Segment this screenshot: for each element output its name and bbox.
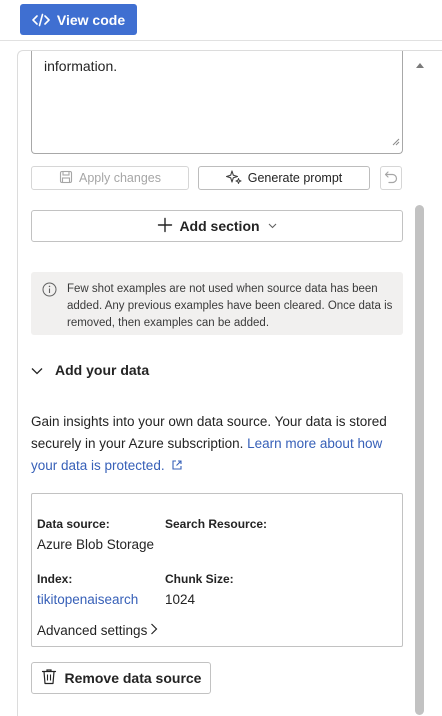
- save-icon: [59, 170, 73, 187]
- index-link[interactable]: tikitopenaisearch: [37, 592, 138, 607]
- add-your-data-toggle[interactable]: Add your data: [31, 360, 149, 380]
- generate-prompt-button[interactable]: Generate prompt: [198, 166, 370, 190]
- add-your-data-heading: Add your data: [55, 362, 150, 378]
- generate-prompt-label: Generate prompt: [247, 171, 343, 185]
- chevron-down-icon: [31, 362, 43, 378]
- view-code-button[interactable]: View code: [20, 4, 137, 35]
- search-resource-label: Search Resource:: [165, 517, 268, 531]
- undo-button[interactable]: [380, 166, 402, 190]
- chevron-right-icon: [150, 623, 158, 638]
- trash-icon: [41, 668, 57, 688]
- chunk-size-value: 1024: [165, 592, 196, 607]
- index-label: Index:: [37, 572, 73, 586]
- data-source-value: Azure Blob Storage: [37, 537, 155, 552]
- apply-changes-button[interactable]: Apply changes: [31, 166, 189, 190]
- sparkle-icon: [225, 169, 242, 187]
- external-link-icon: [168, 458, 183, 473]
- chevron-down-icon: [268, 220, 277, 232]
- system-message-textarea[interactable]: information.: [31, 51, 403, 154]
- remove-data-source-label: Remove data source: [64, 670, 202, 686]
- advanced-settings-toggle[interactable]: Advanced settings: [37, 623, 158, 638]
- data-source-label: Data source:: [37, 517, 110, 531]
- top-toolbar: View code: [0, 0, 442, 41]
- add-section-button[interactable]: Add section: [31, 210, 403, 242]
- chunk-size-label: Chunk Size:: [165, 572, 234, 586]
- scroll-up-arrow-icon[interactable]: [415, 56, 425, 74]
- setup-panel: information. Apply changes Generate prom…: [17, 50, 442, 716]
- textarea-value: information.: [44, 58, 118, 74]
- info-message-bar: Few shot examples are not used when sour…: [31, 272, 403, 335]
- info-message-text: Few shot examples are not used when sour…: [67, 283, 393, 329]
- resize-grip-icon[interactable]: [392, 131, 400, 151]
- info-icon: [42, 282, 57, 303]
- view-code-label: View code: [56, 11, 126, 28]
- undo-icon: [383, 169, 399, 188]
- code-icon: [32, 13, 50, 27]
- add-data-description: Gain insights into your own data source.…: [31, 411, 406, 477]
- add-section-label: Add section: [179, 218, 260, 234]
- data-source-card: Data source: Azure Blob Storage Search R…: [31, 493, 403, 647]
- apply-changes-label: Apply changes: [78, 171, 161, 185]
- vertical-scrollbar[interactable]: [412, 50, 428, 715]
- remove-data-source-button[interactable]: Remove data source: [31, 662, 211, 694]
- plus-icon: [157, 217, 173, 236]
- scrollbar-thumb[interactable]: [415, 205, 424, 715]
- advanced-settings-label: Advanced settings: [37, 623, 148, 638]
